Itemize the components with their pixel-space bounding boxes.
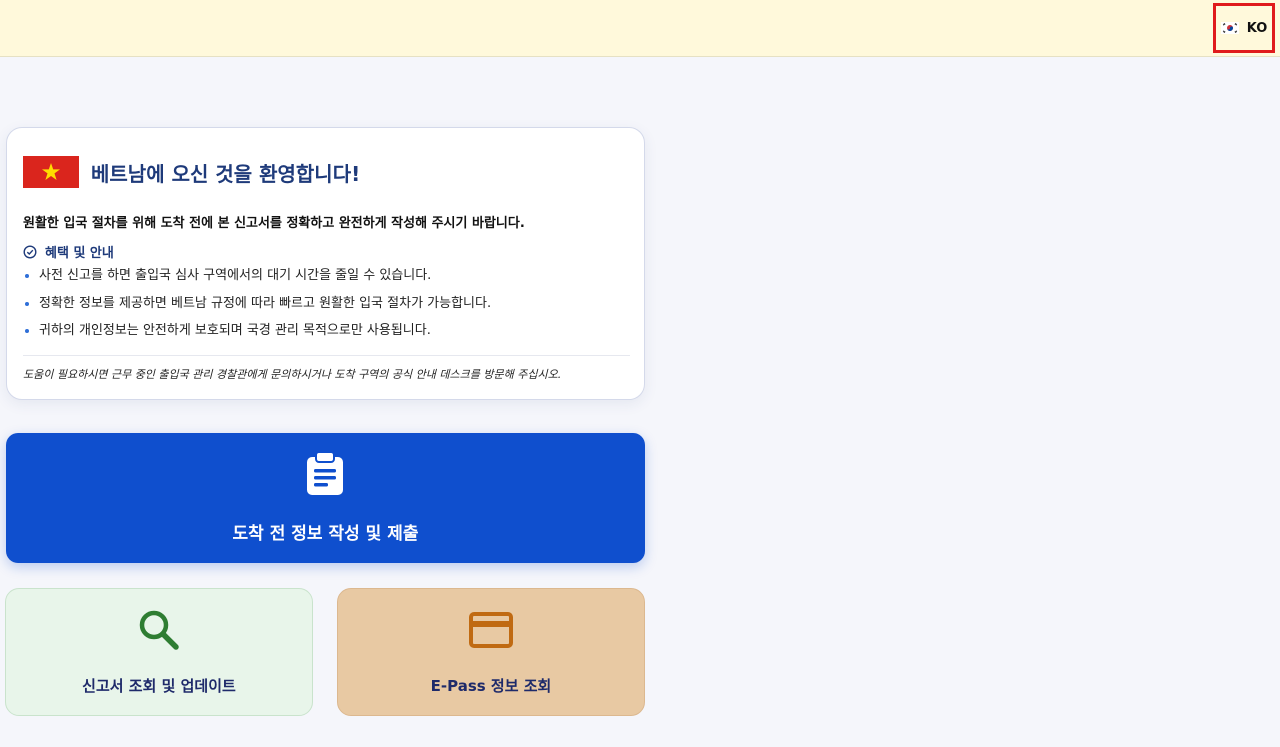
bullet-icon: [25, 274, 29, 278]
top-bar: KO: [0, 0, 1280, 57]
star-icon: [42, 163, 60, 180]
submit-arrival-info-button[interactable]: 도착 전 정보 작성 및 제출: [6, 433, 645, 563]
benefits-heading: 혜택 및 안내: [23, 242, 114, 261]
bullet-icon: [25, 301, 29, 306]
credit-card-icon: [469, 612, 513, 648]
benefit-text: 귀하의 개인정보는 안전하게 보호되며 국경 관리 목적으로만 사용됩니다.: [39, 323, 431, 338]
benefit-text: 정확한 정보를 제공하면 베트남 규정에 따라 빠르고 원활한 입국 절차가 가…: [39, 295, 492, 311]
check-circle-icon: [23, 244, 37, 259]
submit-arrival-info-label: 도착 전 정보 작성 및 제출: [232, 524, 419, 544]
list-item: 정확한 정보를 제공하면 베트남 규정에 따라 빠르고 원활한 입국 절차가 가…: [23, 295, 633, 323]
welcome-card: 베트남에 오신 것을 환영합니다! 원활한 입국 절차를 위해 도착 전에 본 …: [6, 127, 645, 400]
clipboard-icon: [307, 451, 343, 495]
benefits-title: 혜택 및 안내: [45, 246, 114, 261]
epass-lookup-button[interactable]: E-Pass 정보 조회: [337, 588, 645, 716]
list-item: 귀하의 개인정보는 안전하게 보호되며 국경 관리 목적으로만 사용됩니다.: [23, 322, 633, 350]
divider: [23, 355, 630, 356]
vietnam-flag-icon: [23, 156, 79, 188]
lookup-update-label: 신고서 조회 및 업데이트: [82, 677, 236, 695]
benefits-list: 사전 신고를 하면 출입국 심사 구역에서의 대기 시간을 줄일 수 있습니다.…: [23, 267, 633, 350]
page-title: 베트남에 오신 것을 환영합니다!: [91, 162, 361, 186]
benefit-text: 사전 신고를 하면 출입국 심사 구역에서의 대기 시간을 줄일 수 있습니다.: [39, 268, 432, 283]
lookup-update-button[interactable]: 신고서 조회 및 업데이트: [5, 588, 313, 716]
help-note: 도움이 필요하시면 근무 중인 출입국 관리 경찰관에게 문의하시거나 도착 구…: [23, 368, 562, 381]
list-item: 사전 신고를 하면 출입국 심사 구역에서의 대기 시간을 줄일 수 있습니다.: [23, 267, 633, 295]
language-selector[interactable]: KO: [1213, 3, 1275, 53]
epass-lookup-label: E-Pass 정보 조회: [430, 677, 552, 695]
bullet-icon: [25, 329, 29, 333]
south-korea-flag-icon: [1220, 22, 1239, 34]
intro-text: 원활한 입국 절차를 위해 도착 전에 본 신고서를 정확하고 완전하게 작성해…: [23, 216, 525, 231]
search-icon: [139, 610, 179, 650]
language-code: KO: [1246, 20, 1268, 36]
